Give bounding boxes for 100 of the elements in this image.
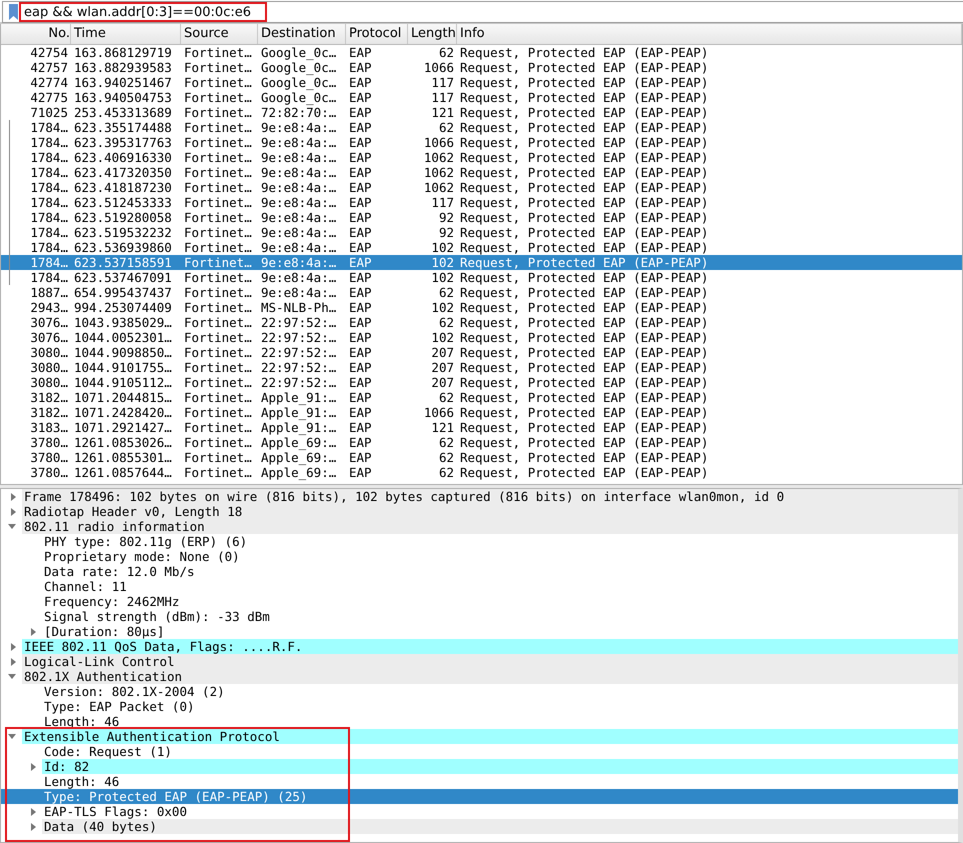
collapsed-arrow-icon[interactable]: [31, 808, 36, 816]
packet-row[interactable]: 3076… 1043.9385029… Fortinet… 22:97:52:… EAP 62 Request, Protected EAP (EAP-PEAP): [1, 315, 962, 330]
length-cell-text: 117: [430, 75, 455, 90]
display-filter-field[interactable]: eap && wlan.addr[0:3]==00:0c:e6: [2, 1, 963, 23]
collapsed-arrow-icon[interactable]: [31, 822, 36, 830]
tree-row[interactable]: PHY type: 802.11g (ERP) (6): [1, 534, 958, 549]
packet-row[interactable]: 1784… 623.417320350 Fortinet… 9e:e8:4a:… EAP 1062 Request, Protected EAP (EAP-PEAP): [1, 165, 962, 180]
tree-row[interactable]: Type: Protected EAP (EAP-PEAP) (25): [1, 789, 958, 804]
packet-row[interactable]: 3780… 1261.0853026… Fortinet… Apple_69:… EAP 62 Request, Protected EAP (EAP-PEAP): [1, 435, 962, 450]
tree-row[interactable]: Proprietary mode: None (0): [1, 549, 958, 564]
tree-row[interactable]: [Duration: 80µs]: [1, 624, 958, 639]
packet-row[interactable]: 3080… 1044.9098850… Fortinet… 22:97:52:… EAP 207 Request, Protected EAP (EAP-PEAP): [1, 345, 962, 360]
tree-label: PHY type: 802.11g (ERP) (6): [43, 534, 248, 549]
source-cell-text: Fortinet…: [183, 75, 253, 90]
tree-row[interactable]: Channel: 11: [1, 579, 958, 594]
packet-row[interactable]: 71025 253.453313689 Fortinet… 72:82:70:… EAP 121 Request, Protected EAP (EAP-PEAP): [1, 105, 962, 120]
info-cell-text: Request, Protected EAP (EAP-PEAP): [459, 435, 710, 450]
tree-row[interactable]: Length: 46: [1, 774, 958, 789]
protocol-cell-text: EAP: [348, 435, 373, 450]
packet-row[interactable]: 3080… 1044.9101755… Fortinet… 22:97:52:… EAP 207 Request, Protected EAP (EAP-PEAP): [1, 360, 962, 375]
collapsed-arrow-icon[interactable]: [31, 628, 36, 636]
collapsed-arrow-icon[interactable]: [11, 492, 16, 500]
tree-row[interactable]: Version: 802.1X-2004 (2): [1, 684, 958, 699]
number-cell-text: 42774: [29, 75, 69, 90]
packet-row[interactable]: 1784… 623.406916330 Fortinet… 9e:e8:4a:… EAP 1062 Request, Protected EAP (EAP-PEAP): [1, 150, 962, 165]
protocol-cell-text: EAP: [348, 45, 373, 60]
number-cell-text: 1784…: [29, 225, 69, 240]
time-cell-text: 163.868129719: [73, 45, 173, 60]
collapsed-arrow-icon[interactable]: [11, 642, 16, 650]
expanded-arrow-icon[interactable]: [8, 674, 16, 679]
packet-row[interactable]: 1784… 623.519532232 Fortinet… 9e:e8:4a:… EAP 92 Request, Protected EAP (EAP-PEAP): [1, 225, 962, 240]
column-header[interactable]: Protocol: [346, 24, 408, 44]
number-cell-text: 1784…: [29, 240, 69, 255]
packet-row[interactable]: 1784… 623.355174488 Fortinet… 9e:e8:4a:… EAP 62 Request, Protected EAP (EAP-PEAP): [1, 120, 962, 135]
packet-row[interactable]: 3182… 1071.2044815… Fortinet… Apple_91:… EAP 62 Request, Protected EAP (EAP-PEAP): [1, 390, 962, 405]
packet-row[interactable]: 3076… 1044.0052301… Fortinet… 22:97:52:… EAP 102 Request, Protected EAP (EAP-PEAP): [1, 330, 962, 345]
column-header[interactable]: Length: [408, 24, 457, 44]
collapsed-arrow-icon[interactable]: [11, 508, 16, 516]
destination-cell-text: Google_0c…: [260, 90, 338, 105]
packet-row[interactable]: 3780… 1261.0857644… Fortinet… Apple_69:… EAP 62 Request, Protected EAP (EAP-PEAP): [1, 465, 962, 480]
packet-row[interactable]: 1784… 623.537467091 Fortinet… 9e:e8:4a:… EAP 102 Request, Protected EAP (EAP-PEAP): [1, 270, 962, 285]
filter-text: eap && wlan.addr[0:3]==00:0c:e6: [24, 4, 251, 20]
source-cell-text: Fortinet…: [183, 450, 253, 465]
info-cell-text: Request, Protected EAP (EAP-PEAP): [459, 225, 710, 240]
info-cell-text: Request, Protected EAP (EAP-PEAP): [459, 390, 710, 405]
column-header[interactable]: Time: [71, 24, 181, 44]
time-cell-text: 1261.0853026…: [73, 435, 173, 450]
tree-row[interactable]: Frequency: 2462MHz: [1, 594, 958, 609]
tree-label: EAP-TLS Flags: 0x00: [43, 804, 188, 819]
packet-row[interactable]: 1784… 623.418187230 Fortinet… 9e:e8:4a:… EAP 1062 Request, Protected EAP (EAP-PEAP): [1, 180, 962, 195]
number-cell-text: 2943…: [29, 300, 69, 315]
packet-row[interactable]: 3182… 1071.2428420… Fortinet… Apple_91:… EAP 1066 Request, Protected EAP (EAP-PEAP): [1, 405, 962, 420]
packet-row[interactable]: 2943… 994.253074409 Fortinet… MS-NLB-Ph… EAP 102 Request, Protected EAP (EAP-PEAP): [1, 300, 962, 315]
protocol-cell-text: EAP: [348, 375, 373, 390]
packet-row[interactable]: 42774 163.940251467 Fortinet… Google_0c… EAP 117 Request, Protected EAP (EAP-PEAP): [1, 75, 962, 90]
packet-row[interactable]: 3183… 1071.2921427… Fortinet… Apple_91:… EAP 121 Request, Protected EAP (EAP-PEAP): [1, 420, 962, 435]
column-header[interactable]: Source: [181, 24, 258, 44]
time-cell-text: 994.253074409: [73, 300, 173, 315]
packet-row[interactable]: 1784… 623.395317763 Fortinet… 9e:e8:4a:… EAP 1066 Request, Protected EAP (EAP-PEAP): [1, 135, 962, 150]
number-cell-text: 1784…: [29, 270, 69, 285]
collapsed-arrow-icon[interactable]: [31, 762, 36, 770]
tree-row[interactable]: Type: EAP Packet (0): [1, 699, 958, 714]
expanded-arrow-icon[interactable]: [8, 734, 16, 739]
number-cell-text: 1784…: [29, 180, 69, 195]
tree-row[interactable]: Code: Request (1): [1, 744, 958, 759]
expanded-arrow-icon[interactable]: [8, 524, 16, 529]
column-header[interactable]: Destination: [258, 24, 346, 44]
tree-row[interactable]: Length: 46: [1, 714, 958, 729]
number-cell-text: 3080…: [29, 375, 69, 390]
packet-row[interactable]: 3080… 1044.9105112… Fortinet… 22:97:52:… EAP 207 Request, Protected EAP (EAP-PEAP): [1, 375, 962, 390]
packet-row[interactable]: 1784… 623.536939860 Fortinet… 9e:e8:4a:… EAP 102 Request, Protected EAP (EAP-PEAP): [1, 240, 962, 255]
packet-row[interactable]: 1784… 623.512453333 Fortinet… 9e:e8:4a:… EAP 117 Request, Protected EAP (EAP-PEAP): [1, 195, 962, 210]
tree-label: Signal strength (dBm): -33 dBm: [43, 609, 271, 624]
time-cell-text: 1044.0052301…: [73, 330, 173, 345]
packet-row[interactable]: 1784… 623.537158591 Fortinet… 9e:e8:4a:… EAP 102 Request, Protected EAP (EAP-PEAP): [1, 255, 962, 270]
packet-row[interactable]: 42757 163.882939583 Fortinet… Google_0c… EAP 1066 Request, Protected EAP (EAP-PEAP): [1, 60, 962, 75]
packet-row[interactable]: 42775 163.940504753 Fortinet… Google_0c… EAP 117 Request, Protected EAP (EAP-PEAP): [1, 90, 962, 105]
destination-cell-text: MS-NLB-Ph…: [260, 300, 338, 315]
source-cell-text: Fortinet…: [183, 360, 253, 375]
packet-row[interactable]: 3780… 1261.0855301… Fortinet… Apple_69:… EAP 62 Request, Protected EAP (EAP-PEAP): [1, 450, 962, 465]
time-cell-text: 253.453313689: [73, 105, 173, 120]
source-cell-text: Fortinet…: [183, 390, 253, 405]
protocol-cell-text: EAP: [348, 345, 373, 360]
source-cell-text: Fortinet…: [183, 405, 253, 420]
tree-row[interactable]: Data rate: 12.0 Mb/s: [1, 564, 958, 579]
packet-row[interactable]: 1784… 623.519280058 Fortinet… 9e:e8:4a:… EAP 92 Request, Protected EAP (EAP-PEAP): [1, 210, 962, 225]
tree-row[interactable]: EAP-TLS Flags: 0x00: [1, 804, 958, 819]
collapsed-arrow-icon[interactable]: [11, 658, 16, 666]
bookmark-icon[interactable]: [9, 4, 18, 20]
tree-row[interactable]: Signal strength (dBm): -33 dBm: [1, 609, 958, 624]
length-cell-text: 62: [438, 120, 455, 135]
time-cell-text: 1044.9098850…: [73, 345, 173, 360]
packet-row[interactable]: 1887… 654.995437437 Fortinet… 9e:e8:4a:… EAP 62 Request, Protected EAP (EAP-PEAP): [1, 285, 962, 300]
packet-row[interactable]: 42754 163.868129719 Fortinet… Google_0c… EAP 62 Request, Protected EAP (EAP-PEAP): [1, 45, 962, 60]
time-cell-text: 623.355174488: [73, 120, 173, 135]
length-cell-text: 62: [438, 450, 455, 465]
column-header[interactable]: No.: [1, 24, 71, 44]
info-cell-text: Request, Protected EAP (EAP-PEAP): [459, 315, 710, 330]
length-cell-text: 1066: [422, 405, 455, 420]
column-header[interactable]: Info: [457, 24, 962, 44]
